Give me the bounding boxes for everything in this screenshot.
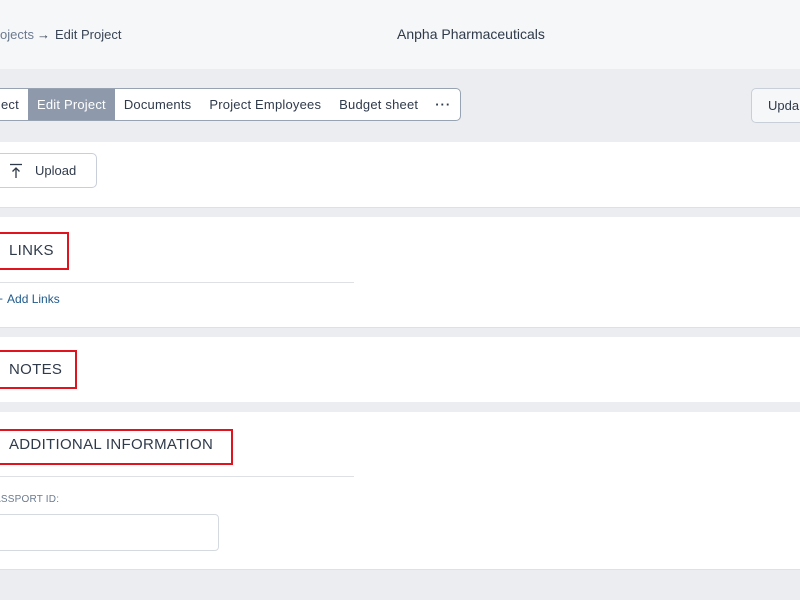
upload-button[interactable]: Upload	[0, 153, 97, 188]
notes-section: NOTES	[0, 337, 800, 402]
tab-documents[interactable]: Documents	[115, 89, 201, 120]
project-tabs: ect Edit Project Documents Project Emplo…	[0, 88, 462, 121]
passport-id-label: ASSPORT ID:	[0, 494, 60, 505]
tab-edit-project[interactable]: Edit Project	[27, 89, 115, 120]
breadcrumb-arrow-icon: →	[36, 27, 50, 42]
add-links-label: Add Links	[7, 292, 60, 306]
upload-icon	[10, 163, 22, 178]
links-section: LINKS + Add Links	[0, 217, 800, 328]
breadcrumb: ojects → Edit Project	[0, 27, 121, 42]
update-button[interactable]: Upda	[751, 88, 800, 123]
breadcrumb-projects-link[interactable]: ojects	[0, 27, 34, 42]
plus-icon: +	[0, 292, 3, 306]
company-name: Anpha Pharmaceuticals	[397, 26, 545, 42]
passport-id-input[interactable]	[0, 514, 219, 551]
additional-info-section: ADDITIONAL INFORMATION ASSPORT ID:	[0, 412, 800, 570]
breadcrumb-current: Edit Project	[54, 27, 122, 42]
more-tabs-icon[interactable]: ···	[427, 89, 460, 120]
top-header: ojects → Edit Project Anpha Pharmaceutic…	[0, 0, 800, 69]
additional-info-divider	[0, 476, 354, 477]
additional-info-title: ADDITIONAL INFORMATION	[9, 436, 214, 453]
tab-project[interactable]: ect	[0, 89, 28, 120]
tabs-bar: ect Edit Project Documents Project Emplo…	[0, 69, 800, 142]
upload-panel: Upload	[0, 142, 800, 208]
links-title: LINKS	[9, 242, 54, 259]
tab-project-employees[interactable]: Project Employees	[200, 89, 330, 120]
upload-label: Upload	[35, 163, 77, 178]
add-links-button[interactable]: + Add Links	[0, 292, 60, 306]
links-divider	[0, 282, 354, 283]
notes-title: NOTES	[9, 361, 63, 378]
tab-budget-sheet[interactable]: Budget sheet	[330, 89, 427, 120]
